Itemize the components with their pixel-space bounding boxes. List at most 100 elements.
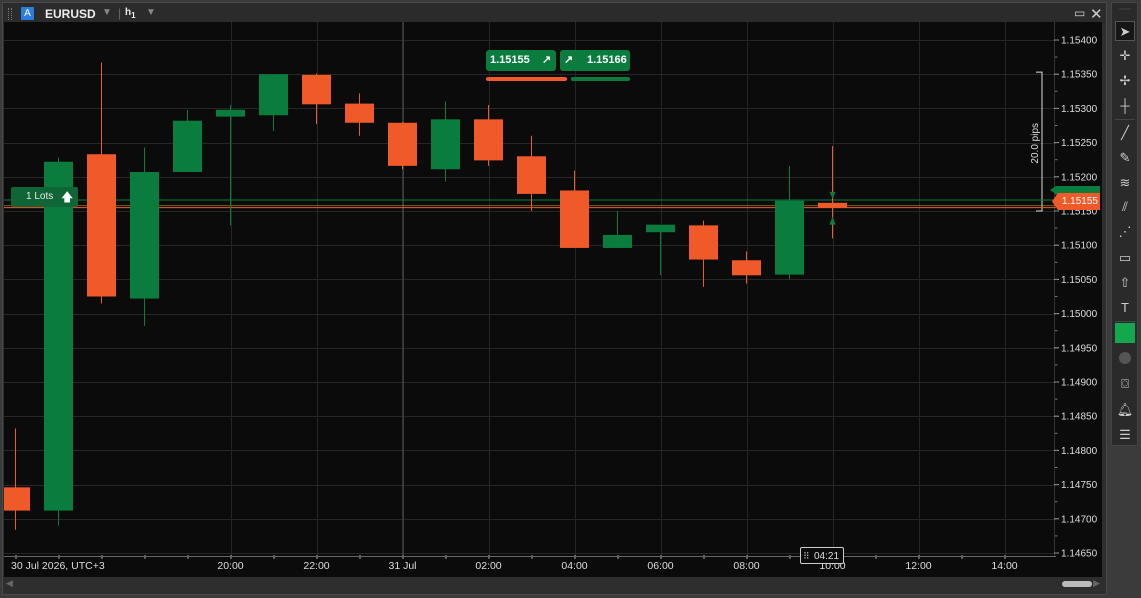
toolbar-grip[interactable]: ⋯⋯ [1115,7,1135,13]
candle-body [388,122,417,166]
candle-countdown[interactable]: ⠿ 04:21 [800,547,844,564]
list-add-icon[interactable]: ☰ [1115,425,1135,445]
price-label: 1.14750 [1061,480,1098,491]
price-label: 1.14800 [1061,446,1098,457]
time-axis-label: 04:00 [561,560,588,572]
toolbar-divider [1115,321,1135,322]
scroll-right-icon[interactable]: ▶ [1093,578,1100,589]
time-axis-label: 12:00 [905,560,932,572]
timeframe-dropdown-icon[interactable]: ▼ [146,7,156,18]
candle-body [603,234,632,248]
order-marker [829,191,836,199]
time-axis-label: 31 Jul [388,560,417,572]
maximize-icon[interactable]: ▭ [1074,6,1085,20]
toolbar-divider [1115,119,1135,120]
crosshair-icon[interactable]: ✛ [1115,46,1135,66]
price-label: 1.14950 [1061,343,1098,354]
symbol-dropdown-icon[interactable]: ▼ [102,7,112,18]
measure-label: 20.0 pips [1030,123,1041,164]
candle-body [818,202,847,208]
candle-body [732,260,761,276]
title-divider: | [118,6,122,20]
cross-icon[interactable]: ┼ [1115,96,1135,116]
candle-body [646,224,675,233]
drawing-toolbar: ⋯⋯ ➤ ✛ ✢ ┼ ╱ ✎ ≋ ⫽ ⋰ ▭ ⇧ T ⌼ 🔔︎ ☰ [1111,2,1138,446]
sell-arrow-icon: ↗ [542,54,552,66]
time-axis[interactable]: 30 Jul 2026, UTC+3 20:00 22:00 31 Jul 02:00 0… [4,555,1102,577]
trendline-icon[interactable]: ╱ [1115,123,1135,143]
candle-body [431,119,460,170]
lots-label: 1 Lots [26,191,54,202]
price-label: 1.15350 [1061,70,1098,81]
arrow-up-icon[interactable]: ⇧ [1115,273,1135,293]
price-label: 1.14700 [1061,514,1098,525]
symbol-label[interactable]: EURUSD [45,7,96,21]
lots-order-button[interactable]: 1 Lots 🡅 [11,187,78,207]
buy-arrow-icon: ↗ [564,54,574,66]
candle-body [474,119,503,161]
price-label: 1.14850 [1061,412,1098,423]
bell-icon[interactable]: 🔔︎ [1115,400,1135,420]
arrow-up-icon: 🡅 [61,190,74,204]
candle-body [259,74,288,116]
color-swatch-icon[interactable] [1115,323,1135,343]
scroll-left-icon[interactable]: ◀ [6,578,13,589]
grid-icon[interactable]: ⋰ [1115,222,1135,242]
buy-price: 1.15166 [587,54,627,66]
candle-body [87,154,116,297]
sell-price: 1.15155 [490,54,530,66]
time-axis-label: 08:00 [733,560,760,572]
candle-body [302,74,331,105]
move-icon[interactable]: ✢ [1115,71,1135,91]
current-price-tag: 1.15155 [1052,193,1100,210]
price-label: 1.15100 [1061,241,1098,252]
horizontal-scrollbar[interactable]: ◀ ▶ [4,577,1102,591]
close-icon[interactable]: ✕ [1090,5,1103,23]
text-icon[interactable]: T [1115,298,1135,318]
time-axis-label: 30 Jul 2026, UTC+3 [11,560,105,572]
pitchfork-icon[interactable]: ⫽ [1115,197,1135,217]
order-marker [829,216,836,225]
scroll-thumb[interactable] [1062,581,1092,587]
fibonacci-icon[interactable]: ≋ [1115,173,1135,193]
price-label: 1.15400 [1061,36,1098,47]
account-badge[interactable]: A [21,7,34,20]
timeframe-sub: 1 [131,11,136,20]
timeframe-selector[interactable]: h1 [125,7,136,20]
price-label: 1.15250 [1061,138,1098,149]
time-axis-label: 06:00 [647,560,674,572]
candle-body [345,103,374,123]
price-label: 1.15050 [1061,275,1098,286]
price-label: 1.15300 [1061,104,1098,115]
candle-body [4,487,30,511]
buy-volume-bar [571,77,630,81]
chart-area[interactable]: 1.15400 1.15350 1.15300 1.15250 1.15200 1.151… [4,22,1102,557]
price-label: 1.15000 [1061,309,1098,320]
time-axis-label: 22:00 [303,560,330,572]
time-axis-label: 20:00 [217,560,244,572]
pointer-icon[interactable]: ➤ [1115,21,1135,41]
countdown-text: 04:21 [814,551,840,562]
rectangle-icon[interactable]: ▭ [1115,248,1135,268]
sell-button[interactable]: 1.15155 ↗ [486,50,556,71]
candle-body [130,172,159,299]
buy-button[interactable]: ↗ 1.15166 [560,50,630,71]
candle-body [689,225,718,260]
candle-body [560,190,589,248]
camera-icon[interactable]: ⌼ [1115,374,1135,394]
circle-icon[interactable] [1115,348,1135,368]
time-axis-label: 14:00 [991,560,1018,572]
candle-body [775,200,804,275]
sell-volume-bar [486,77,567,81]
time-axis-ticks [4,555,1056,559]
time-axis-label: 02:00 [475,560,502,572]
grip-icon: ⠿ [803,551,810,561]
candle-body [44,161,73,511]
candle-body [517,156,546,194]
drag-grip[interactable] [8,8,12,20]
pencil-icon[interactable]: ✎ [1115,148,1135,168]
candlestick-plot[interactable]: 1.15400 1.15350 1.15300 1.15250 1.15200 1.151… [4,22,1102,557]
price-label: 1.15200 [1061,172,1098,183]
candle-body [216,109,245,117]
ask-price-tag [1050,186,1100,194]
